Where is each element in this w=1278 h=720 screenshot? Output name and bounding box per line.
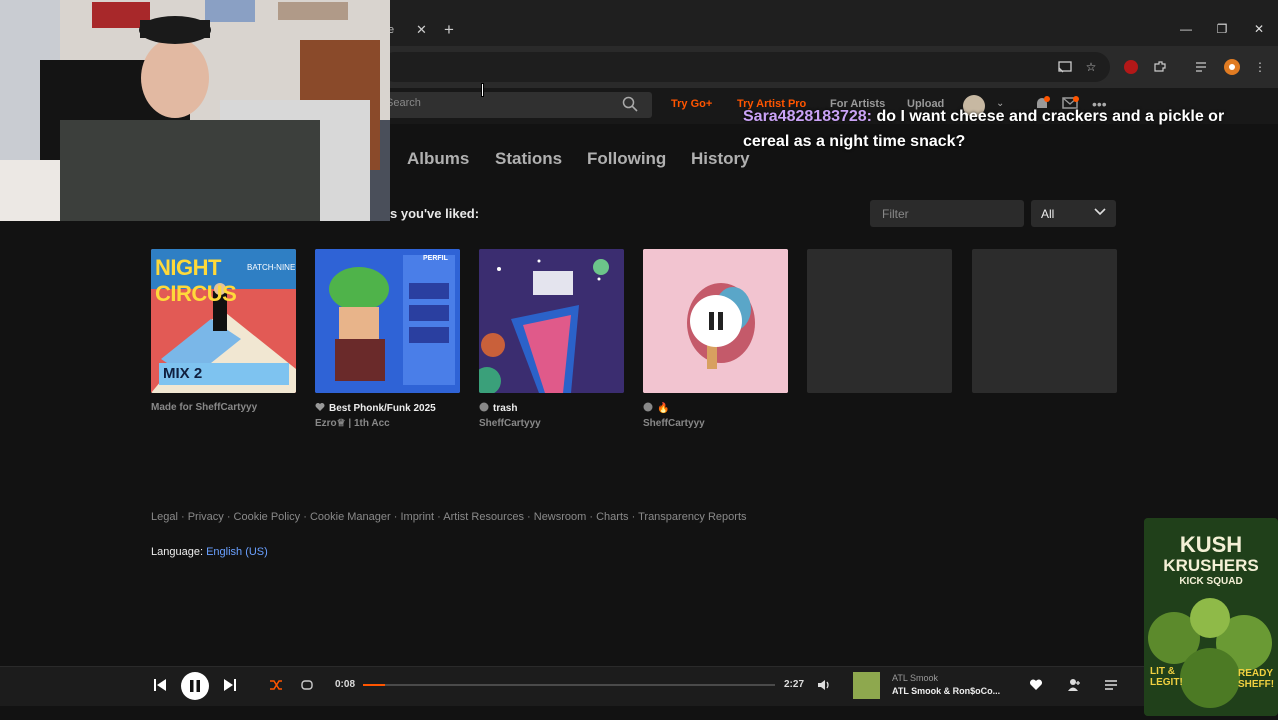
restore-icon[interactable]: ❐: [1212, 22, 1232, 36]
pause-button[interactable]: [690, 295, 742, 347]
now-playing-artist[interactable]: ATL Smook: [892, 673, 938, 683]
webcam-overlay: [0, 0, 390, 221]
shuffle-icon[interactable]: [266, 675, 286, 695]
address-bar[interactable]: [380, 52, 1110, 82]
play-pause-button[interactable]: [181, 672, 209, 700]
playlist-tile-placeholder: [807, 249, 952, 393]
filter-type-select[interactable]: All: [1031, 200, 1116, 227]
repeat-icon[interactable]: [297, 675, 317, 695]
overlay-art-kush-krushers: KUSH KRUSHERS KICK SQUAD LIT & LEGIT! RE…: [1144, 518, 1278, 716]
playlist-tile-best-phonk[interactable]: PERFIL: [315, 249, 460, 393]
playlist-tile-mix-2[interactable]: NIGHT CIRCUS BATCH-NINE MIX 2: [151, 249, 296, 393]
playlist-tile-fire[interactable]: [643, 249, 788, 393]
footer-link-cookie-policy[interactable]: Cookie Policy: [234, 511, 301, 523]
filter-input[interactable]: [870, 200, 1024, 227]
footer-links: Legal · Privacy · Cookie Policy · Cookie…: [151, 511, 747, 523]
media-controls-icon[interactable]: [1193, 58, 1211, 76]
webcam-image: [0, 0, 390, 221]
progress-fill: [363, 684, 386, 686]
extensions-icon[interactable]: [1151, 58, 1169, 76]
private-lock-icon: [643, 402, 653, 412]
heart-icon: [315, 403, 325, 411]
window-close-icon[interactable]: ✕: [1249, 22, 1269, 36]
volume-icon[interactable]: [814, 675, 834, 695]
footer-link-legal[interactable]: Legal: [151, 511, 178, 523]
language-label: Language:: [151, 546, 203, 558]
tab-close-icon[interactable]: ✕: [416, 22, 427, 38]
elapsed-time: 0:08: [335, 679, 356, 690]
footer-link-artist-resources[interactable]: Artist Resources: [443, 511, 524, 523]
tab-stations[interactable]: Stations: [495, 149, 562, 169]
pause-icon: [709, 312, 723, 330]
chevron-down-icon: [1094, 208, 1106, 216]
overlay-art-line3: KICK SQUAD: [1179, 576, 1243, 587]
queue-icon[interactable]: [1101, 675, 1121, 695]
overlay-art-line1: KUSH: [1179, 532, 1243, 557]
extension-adblock-icon[interactable]: [1122, 58, 1140, 76]
bookmark-star-icon[interactable]: ☆: [1082, 58, 1100, 76]
overlay-art-tag-right: READY SHEFF!: [1238, 668, 1275, 690]
text-cursor: [481, 83, 484, 97]
notification-dot: [1044, 96, 1050, 102]
artwork-text: PERFIL: [423, 255, 448, 262]
like-heart-icon[interactable]: [1026, 675, 1046, 695]
new-tab-icon[interactable]: +: [444, 20, 454, 40]
follow-user-icon[interactable]: [1064, 675, 1084, 695]
private-lock-icon: [479, 402, 489, 412]
cast-icon[interactable]: [1056, 58, 1074, 76]
browser-menu-icon[interactable]: ⋮: [1251, 58, 1269, 76]
overlay-art-line2: KRUSHERS: [1163, 556, 1259, 575]
profile-avatar[interactable]: [1223, 58, 1241, 76]
overlay-art-tag-left: LIT & LEGIT!: [1150, 666, 1183, 688]
language-link[interactable]: English (US): [206, 546, 268, 558]
search-icon[interactable]: [622, 96, 640, 114]
footer-link-privacy[interactable]: Privacy: [188, 511, 224, 523]
stream-chat-message: Sara4828183728: do I want cheese and cra…: [743, 104, 1273, 154]
footer-link-transparency-reports[interactable]: Transparency Reports: [638, 511, 746, 523]
footer-link-cookie-manager[interactable]: Cookie Manager: [310, 511, 391, 523]
progress-bar[interactable]: [363, 684, 775, 686]
chat-username: Sara4828183728:: [743, 108, 873, 125]
messages-dot: [1073, 96, 1079, 102]
playlist-artwork: [315, 249, 460, 393]
tile-subtitle[interactable]: Ezro♕ | 1th Acc: [315, 418, 390, 429]
tab-albums[interactable]: Albums: [407, 149, 469, 169]
tile-subtitle[interactable]: SheffCartyyy: [643, 418, 705, 429]
tile-title-text: 🔥: [657, 403, 670, 414]
tab-following[interactable]: Following: [587, 149, 666, 169]
next-track-icon[interactable]: [220, 675, 240, 695]
liked-section-heading: s you've liked:: [390, 206, 480, 221]
minimize-icon[interactable]: —: [1176, 22, 1196, 36]
tile-title[interactable]: trash: [479, 402, 517, 414]
footer-link-charts[interactable]: Charts: [596, 511, 628, 523]
tile-title[interactable]: Made for SheffCartyyy: [151, 402, 257, 413]
search-placeholder: Search: [386, 97, 421, 109]
filter-type-value: All: [1041, 207, 1055, 221]
now-playing-artwork[interactable]: [853, 672, 880, 699]
artwork-subtitle: BATCH-NINE: [247, 263, 296, 272]
pause-icon: [190, 680, 200, 692]
tile-title[interactable]: 🔥: [643, 402, 669, 414]
playlist-tile-trash[interactable]: [479, 249, 624, 393]
footer-link-newsroom[interactable]: Newsroom: [534, 511, 587, 523]
tile-title-text: Best Phonk/Funk 2025: [329, 403, 436, 414]
try-go-plus-link[interactable]: Try Go+: [671, 98, 712, 110]
playlist-tile-placeholder: [972, 249, 1117, 393]
tab-history[interactable]: History: [691, 149, 750, 169]
total-duration: 2:27: [784, 679, 805, 690]
language-selector: Language: English (US): [151, 546, 268, 558]
footer-link-imprint[interactable]: Imprint: [400, 511, 434, 523]
previous-track-icon[interactable]: [150, 675, 170, 695]
now-playing-title[interactable]: ATL Smook & Ron$oCo...: [892, 686, 1000, 696]
tile-subtitle[interactable]: SheffCartyyy: [479, 418, 541, 429]
playlist-artwork: [479, 249, 624, 393]
artwork-mix-label: MIX 2: [159, 363, 289, 385]
tile-title-text: trash: [493, 403, 518, 414]
tile-title[interactable]: Best Phonk/Funk 2025: [315, 402, 436, 414]
